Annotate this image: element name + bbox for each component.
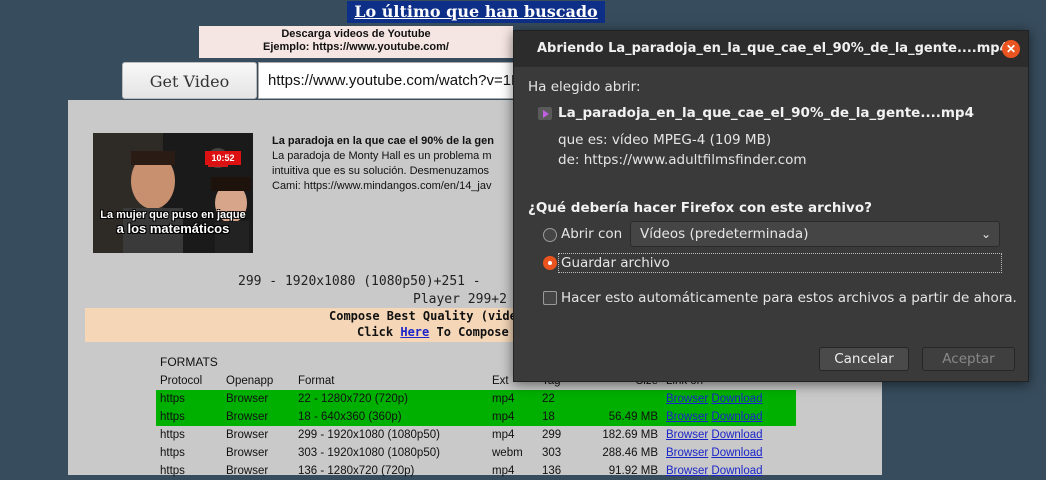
cell-protocol: https <box>156 408 222 426</box>
browser-link[interactable]: Browser <box>666 411 708 423</box>
video-desc-2: intuitiva que es su solución. Desmenuzam… <box>272 165 490 177</box>
dialog-title: Abriendo La_paradoja_en_la_que_cae_el_90… <box>514 31 1028 67</box>
browser-link[interactable]: Browser <box>666 447 708 459</box>
save-file-label[interactable]: Guardar archivo <box>561 255 670 271</box>
download-dialog: Abriendo La_paradoja_en_la_que_cae_el_90… <box>513 30 1029 382</box>
cell-ext: webm <box>492 447 523 459</box>
table-row: https Browser 303 - 1920x1080 (1080p50) web… <box>156 444 796 462</box>
cell-protocol: https <box>160 465 185 477</box>
cell-protocol: https <box>160 429 185 441</box>
video-info: La paradoja en la que cae el 90% de la g… <box>272 134 517 194</box>
file-source: de: https://www.adultfilmsfinder.com <box>558 152 807 168</box>
cell-tag: 136 <box>542 465 562 477</box>
cell-format: 303 - 1920x1080 (1080p50) <box>298 447 440 459</box>
compose-click: Click <box>357 325 394 339</box>
cell-ext: mp4 <box>492 429 515 441</box>
download-link[interactable]: Download <box>711 411 762 423</box>
col-protocol: Protocol <box>160 375 203 387</box>
cell-format: 136 - 1280x720 (720p) <box>298 465 415 477</box>
video-file-icon <box>538 107 552 120</box>
cell-ext: mp4 <box>492 465 515 477</box>
col-format: Format <box>298 375 335 387</box>
browser-link[interactable]: Browser <box>666 393 708 405</box>
cell-protocol: https <box>156 390 222 408</box>
download-link[interactable]: Download <box>711 393 762 405</box>
compose-heading: Compose Best Quality (video: <box>329 309 515 323</box>
download-link[interactable]: Download <box>711 447 762 459</box>
cell-links: Browser Download <box>662 408 796 426</box>
accept-button[interactable]: Aceptar <box>922 347 1015 371</box>
browser-link[interactable]: Browser <box>666 465 708 477</box>
file-type: que es: vídeo MPEG-4 (109 MB) <box>558 132 772 148</box>
chosen-label: Ha elegido abrir: <box>528 79 641 95</box>
recent-searches-link[interactable]: Lo último que han buscado <box>354 2 597 21</box>
thumbnail-caption: La mujer que puso en jaque a los matemát… <box>95 209 251 235</box>
cell-ext: mp4 <box>488 390 538 408</box>
close-icon[interactable]: ✕ <box>1002 40 1020 58</box>
cell-size: 91.92 MB <box>608 465 658 477</box>
video-desc-3: Cami: https://www.mindangos.com/en/14_ja… <box>272 180 492 192</box>
save-file-radio[interactable] <box>543 256 557 270</box>
cell-tag: 22 <box>538 390 576 408</box>
auto-checkbox[interactable] <box>543 291 557 305</box>
auto-label[interactable]: Hacer esto automáticamente para estos ar… <box>561 290 1017 306</box>
table-row: https Browser 22 - 1280x720 (720p) mp4 22 Bro… <box>156 390 796 408</box>
compose-here-link[interactable]: Here <box>400 325 429 339</box>
cell-format: 299 - 1920x1080 (1080p50) <box>298 429 440 441</box>
cell-links: Browser Download <box>662 462 796 480</box>
info-box: Descarga videos de Youtube Ejemplo: http… <box>199 26 513 58</box>
action-question: ¿Qué debería hacer Firefox con este arch… <box>528 200 872 216</box>
thumbnail-badge: 10:52 <box>205 151 241 165</box>
cell-size <box>576 390 662 408</box>
cell-links: Browser Download <box>662 390 796 408</box>
compose-rest: To Compose a <box>436 325 516 339</box>
open-with-label[interactable]: Abrir con <box>561 226 622 242</box>
get-video-button[interactable]: Get Video <box>122 62 257 99</box>
video-desc-1: La paradoja de Monty Hall es un problema… <box>272 150 492 162</box>
file-name: La_paradoja_en_la_que_cae_el_90%_de_la_g… <box>558 105 974 121</box>
open-with-value: Vídeos (predeterminada) <box>640 226 809 242</box>
video-thumbnail[interactable]: 10:52 La mujer que puso en jaque a los m… <box>93 133 253 253</box>
cell-links: Browser Download <box>662 426 796 444</box>
compose-box: Compose Best Quality (video: Click Here … <box>85 308 515 342</box>
cell-openapp: Browser <box>226 465 269 477</box>
browser-link[interactable]: Browser <box>666 429 708 441</box>
best-quality-line: 299 - 1920x1080 (1080p50)+251 - <box>238 274 481 289</box>
cell-tag: 303 <box>542 447 562 459</box>
cell-tag: 18 <box>538 408 576 426</box>
cell-tag: 299 <box>542 429 562 441</box>
table-row: https Browser 18 - 640x360 (360p) mp4 18 56.4… <box>156 408 796 426</box>
thumbnail-caption-2: a los matemáticos <box>116 221 230 236</box>
table-row: https Browser 136 - 1280x720 (720p) mp4 136 9… <box>156 462 796 480</box>
cell-format: 22 - 1280x720 (720p) <box>294 390 488 408</box>
col-openapp: Openapp <box>226 375 274 387</box>
video-title: La paradoja en la que cae el 90% de la g… <box>272 135 494 147</box>
cell-size: 182.69 MB <box>602 429 658 441</box>
download-link[interactable]: Download <box>711 429 762 441</box>
info-line-2: Ejemplo: https://www.youtube.com/ <box>263 41 449 53</box>
cell-openapp: Browser <box>222 408 294 426</box>
cell-openapp: Browser <box>222 390 294 408</box>
cell-links: Browser Download <box>662 444 796 462</box>
player-quality-line: Player 299+2 <box>413 292 507 307</box>
cell-ext: mp4 <box>488 408 538 426</box>
formats-label: FORMATS <box>160 355 218 369</box>
cell-format: 18 - 640x360 (360p) <box>294 408 488 426</box>
table-row: https Browser 299 - 1920x1080 (1080p50) mp4… <box>156 426 796 444</box>
cell-openapp: Browser <box>226 429 269 441</box>
cancel-button[interactable]: Cancelar <box>819 347 909 371</box>
cell-protocol: https <box>160 447 185 459</box>
recent-searches-title[interactable]: Lo último que han buscado <box>347 1 605 23</box>
open-with-select[interactable]: Vídeos (predeterminada) ⌄ <box>630 221 1000 247</box>
chevron-down-icon: ⌄ <box>980 227 991 241</box>
url-input[interactable]: https://www.youtube.com/watch?v=1B <box>258 62 518 99</box>
open-with-radio[interactable] <box>543 228 557 242</box>
cell-size: 56.49 MB <box>576 408 662 426</box>
cell-openapp: Browser <box>226 447 269 459</box>
cell-size: 288.46 MB <box>602 447 658 459</box>
formats-table: Protocol Openapp Format Ext Tag Size Lin… <box>156 372 796 480</box>
info-line-1: Descarga videos de Youtube <box>281 28 431 40</box>
download-link[interactable]: Download <box>711 465 762 477</box>
